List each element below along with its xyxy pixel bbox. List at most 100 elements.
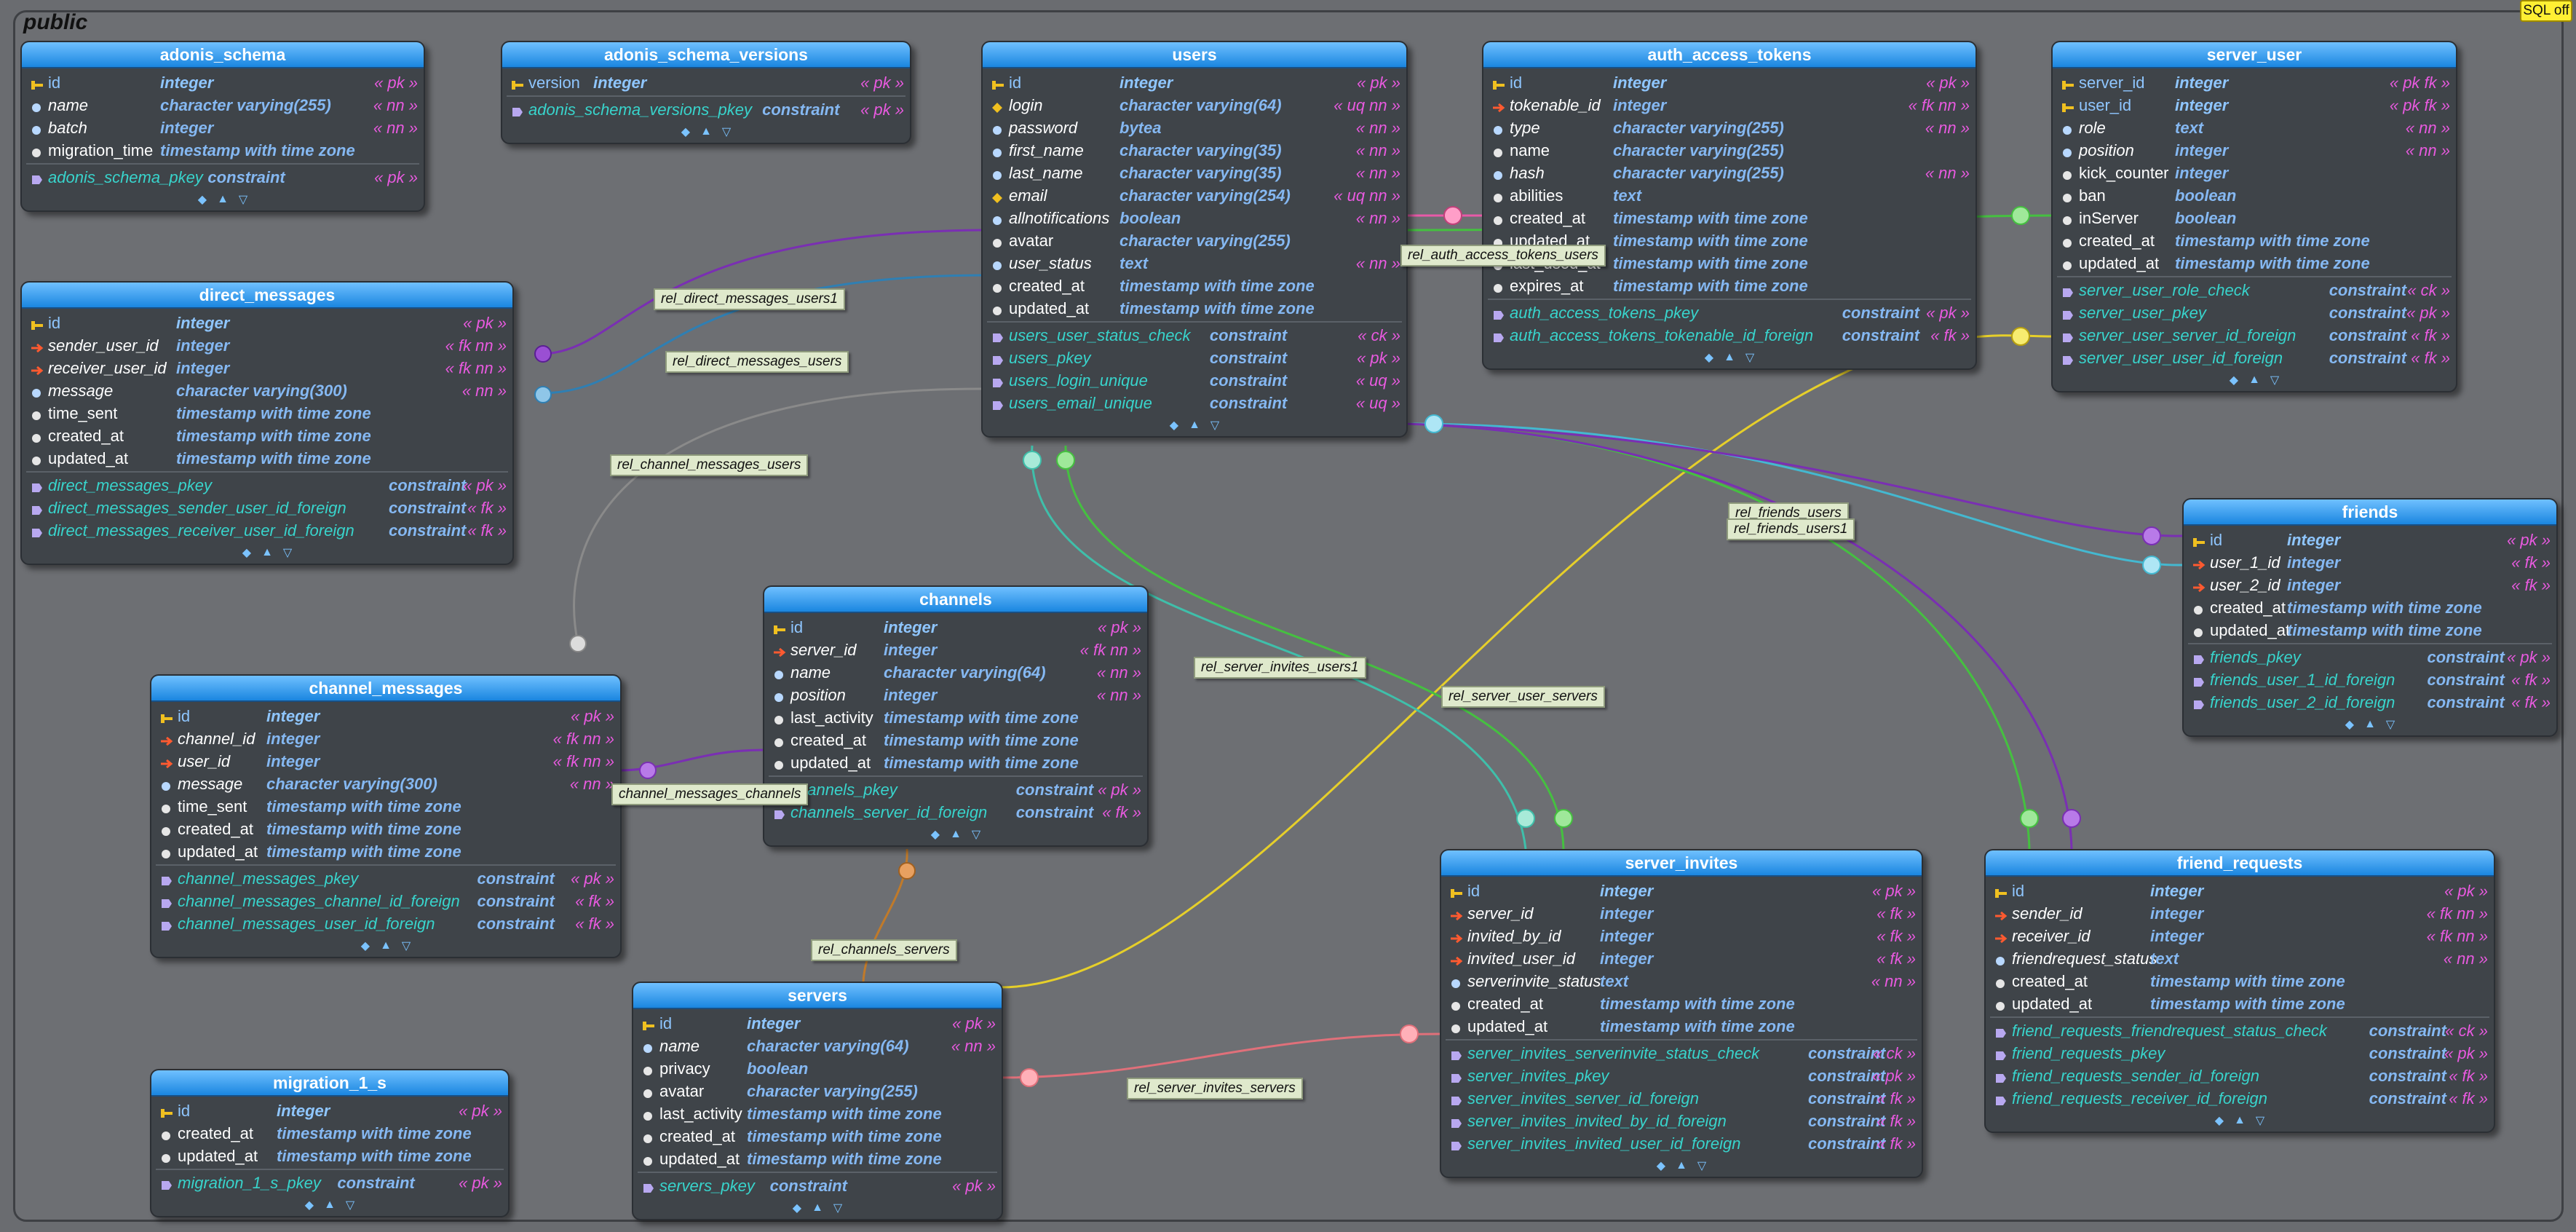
table-adonis_schema_versions[interactable]: adonis_schema_versions version integer « pk… <box>501 41 911 144</box>
table-column-row[interactable]: updated_at timestamp with time zone <box>1986 992 2494 1015</box>
table-column-row[interactable]: avatar character varying(255) <box>983 229 1406 252</box>
expand-icon[interactable]: ▲ <box>2234 1114 2246 1127</box>
table-server_invites[interactable]: server_invites id integer « pk » server_id in… <box>1440 849 1923 1178</box>
table-constraint-row[interactable]: server_user_role_check constraint « ck » <box>2053 279 2456 301</box>
table-column-row[interactable]: server_id integer « fk nn » <box>764 639 1147 661</box>
table-migration_1_s[interactable]: migration_1_s id integer « pk » created_at ti… <box>150 1069 510 1217</box>
table-column-row[interactable]: version integer « pk » <box>502 71 910 94</box>
table-footer-controls[interactable]: ◆ ▲ ▽ <box>2184 714 2556 735</box>
table-column-row[interactable]: ban boolean <box>2053 184 2456 207</box>
table-column-row[interactable]: created_at timestamp with time zone <box>983 275 1406 297</box>
table-column-row[interactable]: user_2_id integer « fk » <box>2184 574 2556 596</box>
table-column-row[interactable]: receiver_id integer « fk nn » <box>1986 925 2494 947</box>
table-servers[interactable]: servers id integer « pk » name character vary… <box>632 982 1003 1220</box>
table-auth_access_tokens[interactable]: auth_access_tokens id integer « pk » tokenab… <box>1482 41 1977 370</box>
table-column-row[interactable]: migration_time timestamp with time zone <box>22 139 424 162</box>
table-direct_messages[interactable]: direct_messages id integer « pk » sender_use… <box>20 281 514 565</box>
table-constraint-row[interactable]: direct_messages_receiver_user_id_foreign… <box>22 519 512 542</box>
table-column-row[interactable]: name character varying(255) <box>1483 139 1975 162</box>
table-column-row[interactable]: created_at timestamp with time zone <box>151 1122 508 1145</box>
table-footer-controls[interactable]: ◆ ▲ ▽ <box>22 189 424 210</box>
table-column-row[interactable]: id integer « pk » <box>1986 880 2494 902</box>
table-header[interactable]: adonis_schema <box>22 42 424 68</box>
table-footer-controls[interactable]: ◆ ▲ ▽ <box>151 1194 508 1216</box>
table-column-row[interactable]: name character varying(64) « nn » <box>764 661 1147 684</box>
table-column-row[interactable]: role text « nn » <box>2053 117 2456 139</box>
table-constraint-row[interactable]: migration_1_s_pkey constraint « pk » <box>151 1172 508 1194</box>
table-friends[interactable]: friends id integer « pk » user_1_id integer « … <box>2182 498 2558 737</box>
relationship-label[interactable]: rel_friends_users1 <box>1727 518 1855 540</box>
table-constraint-row[interactable]: adonis_schema_pkey constraint « pk » <box>22 166 424 189</box>
table-footer-controls[interactable]: ◆ ▲ ▽ <box>1441 1155 1922 1177</box>
table-header[interactable]: server_invites <box>1441 850 1922 877</box>
table-column-row[interactable]: user_status text « nn » <box>983 252 1406 275</box>
table-header[interactable]: channels <box>764 587 1147 613</box>
collapse-icon[interactable]: ▽ <box>722 125 731 139</box>
table-column-row[interactable]: updated_at timestamp with time zone <box>2053 252 2456 275</box>
table-column-row[interactable]: updated_at timestamp with time zone <box>151 1145 508 1167</box>
table-column-row[interactable]: id integer « pk » <box>22 312 512 334</box>
table-footer-controls[interactable]: ◆ ▲ ▽ <box>764 824 1147 845</box>
table-column-row[interactable]: name character varying(255) « nn » <box>22 94 424 117</box>
table-column-row[interactable]: invited_user_id integer « fk » <box>1441 947 1922 970</box>
table-column-row[interactable]: id integer « pk » <box>633 1012 1002 1035</box>
diamond-icon[interactable]: ◆ <box>361 939 370 953</box>
table-column-row[interactable]: time_sent timestamp with time zone <box>151 795 620 818</box>
table-column-row[interactable]: abilities text <box>1483 184 1975 207</box>
table-constraint-row[interactable]: friends_pkey constraint « pk » <box>2184 646 2556 668</box>
table-constraint-row[interactable]: friend_requests_sender_id_foreign constra… <box>1986 1065 2494 1087</box>
table-constraint-row[interactable]: channel_messages_pkey constraint « pk » <box>151 867 620 890</box>
table-column-row[interactable]: id integer « pk » <box>983 71 1406 94</box>
diagram-canvas[interactable]: public SQL off adonis_schema id integer … <box>0 0 2576 1232</box>
table-constraint-row[interactable]: server_invites_server_id_foreign constrai… <box>1441 1087 1922 1110</box>
table-column-row[interactable]: message character varying(300) « nn » <box>151 773 620 795</box>
table-footer-controls[interactable]: ◆ ▲ ▽ <box>1986 1110 2494 1132</box>
table-column-row[interactable]: inServer boolean <box>2053 207 2456 229</box>
table-constraint-row[interactable]: server_user_server_id_foreign constraint «… <box>2053 324 2456 347</box>
table-column-row[interactable]: created_at timestamp with time zone <box>633 1125 1002 1148</box>
table-users[interactable]: users id integer « pk » login character varyi… <box>981 41 1408 438</box>
table-column-row[interactable]: id integer « pk » <box>151 705 620 727</box>
expand-icon[interactable]: ▲ <box>1189 419 1200 432</box>
table-constraint-row[interactable]: users_email_unique constraint « uq » <box>983 392 1406 414</box>
table-column-row[interactable]: id integer « pk » <box>1441 880 1922 902</box>
expand-icon[interactable]: ▲ <box>217 193 229 206</box>
table-constraint-row[interactable]: channel_messages_channel_id_foreign const… <box>151 890 620 912</box>
table-column-row[interactable]: login character varying(64) « uq nn » <box>983 94 1406 117</box>
table-column-row[interactable]: updated_at timestamp with time zone <box>1441 1015 1922 1038</box>
table-column-row[interactable]: invited_by_id integer « fk » <box>1441 925 1922 947</box>
table-constraint-row[interactable]: channels_pkey constraint « pk » <box>764 778 1147 801</box>
table-column-row[interactable]: created_at timestamp with time zone <box>1441 992 1922 1015</box>
table-column-row[interactable]: last_activity timestamp with time zone <box>764 706 1147 729</box>
collapse-icon[interactable]: ▽ <box>239 192 247 207</box>
table-column-row[interactable]: server_id integer « pk fk » <box>2053 71 2456 94</box>
table-column-row[interactable]: created_at timestamp with time zone <box>1483 207 1975 229</box>
table-constraint-row[interactable]: friend_requests_pkey constraint « pk » <box>1986 1042 2494 1065</box>
table-column-row[interactable]: time_sent timestamp with time zone <box>22 402 512 425</box>
table-column-row[interactable]: updated_at timestamp with time zone <box>633 1148 1002 1170</box>
table-column-row[interactable]: position integer « nn » <box>2053 139 2456 162</box>
table-column-row[interactable]: id integer « pk » <box>2184 529 2556 551</box>
table-friend_requests[interactable]: friend_requests id integer « pk » sender_id i… <box>1984 849 2495 1133</box>
collapse-icon[interactable]: ▽ <box>283 545 292 560</box>
collapse-icon[interactable]: ▽ <box>972 827 980 842</box>
table-column-row[interactable]: allnotifications boolean « nn » <box>983 207 1406 229</box>
table-column-row[interactable]: id integer « pk » <box>22 71 424 94</box>
table-column-row[interactable]: name character varying(64) « nn » <box>633 1035 1002 1057</box>
expand-icon[interactable]: ▲ <box>2364 718 2376 731</box>
table-header[interactable]: adonis_schema_versions <box>502 42 910 68</box>
table-column-row[interactable]: updated_at timestamp with time zone <box>983 297 1406 320</box>
diamond-icon[interactable]: ◆ <box>305 1198 314 1212</box>
table-constraint-row[interactable]: friends_user_1_id_foreign constraint « fk … <box>2184 668 2556 691</box>
collapse-icon[interactable]: ▽ <box>2256 1113 2264 1128</box>
expand-icon[interactable]: ▲ <box>2248 374 2260 387</box>
table-constraint-row[interactable]: channel_messages_user_id_foreign constrai… <box>151 912 620 935</box>
table-adonis_schema[interactable]: adonis_schema id integer « pk » name characte… <box>20 41 425 212</box>
table-constraint-row[interactable]: server_invites_pkey constraint « pk » <box>1441 1065 1922 1087</box>
relationship-label[interactable]: rel_direct_messages_users <box>665 351 849 373</box>
table-constraint-row[interactable]: users_user_status_check constraint « ck » <box>983 324 1406 347</box>
table-column-row[interactable]: created_at timestamp with time zone <box>2053 229 2456 252</box>
expand-icon[interactable]: ▲ <box>324 1199 336 1212</box>
table-column-row[interactable]: id integer « pk » <box>764 616 1147 639</box>
diamond-icon[interactable]: ◆ <box>793 1201 801 1215</box>
